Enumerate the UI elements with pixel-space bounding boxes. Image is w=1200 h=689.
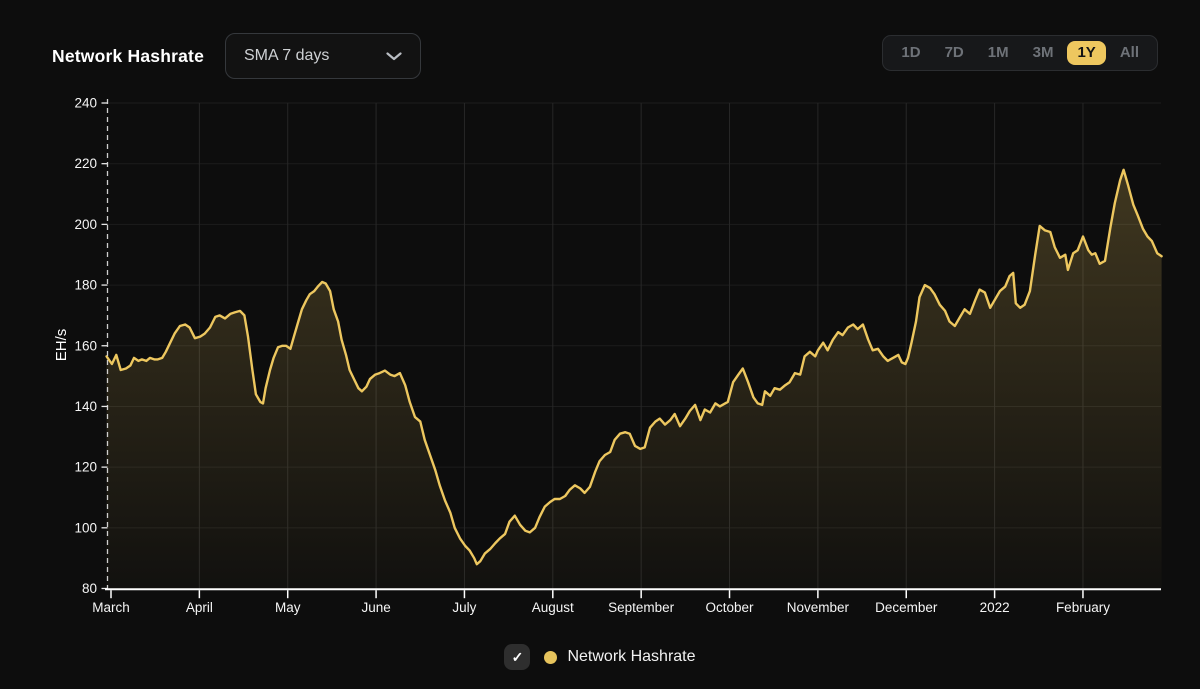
x-axis-label: September (608, 600, 675, 615)
x-axis-label: June (361, 600, 390, 615)
x-axis-label: August (532, 600, 574, 615)
x-axis-label: February (1056, 600, 1110, 615)
x-axis-label: November (787, 600, 850, 615)
range-button-7d[interactable]: 7D (935, 41, 974, 65)
range-button-1y[interactable]: 1Y (1067, 41, 1105, 65)
x-axis-label: May (275, 600, 301, 615)
y-axis-title: EH/s (53, 329, 70, 362)
y-axis-label: 200 (74, 217, 97, 232)
y-axis-label: 160 (74, 338, 97, 353)
range-button-1d[interactable]: 1D (891, 41, 930, 65)
range-button-all[interactable]: All (1110, 41, 1149, 65)
legend-series-label[interactable]: Network Hashrate (567, 648, 695, 666)
y-axis-label: 220 (74, 156, 97, 171)
x-axis-label: July (452, 600, 476, 615)
legend: ✓ Network Hashrate (0, 644, 1200, 670)
x-axis-label: December (875, 600, 938, 615)
y-axis-label: 240 (74, 96, 97, 111)
hashrate-area (107, 170, 1162, 589)
range-button-3m[interactable]: 3M (1023, 41, 1064, 65)
sma-select[interactable]: SMA 7 days (225, 33, 421, 79)
chevron-down-icon (386, 52, 402, 61)
x-axis-label: April (186, 600, 213, 615)
legend-checkbox[interactable]: ✓ (504, 644, 530, 670)
x-axis-label: October (706, 600, 755, 615)
page-title: Network Hashrate (52, 46, 204, 67)
x-axis-label: 2022 (980, 600, 1010, 615)
y-axis-label: 100 (74, 520, 97, 535)
y-axis-label: 180 (74, 278, 97, 293)
chart-canvas: 80 100 120 140 160 180 200 220 240 March April May J… (0, 0, 1200, 689)
range-button-group: 1D7D1M3M1YAll (882, 35, 1158, 71)
y-axis-label: 80 (82, 581, 97, 596)
sma-select-value: SMA 7 days (244, 47, 329, 65)
y-axis-label: 120 (74, 460, 97, 475)
y-axis-label: 140 (74, 399, 97, 414)
x-axis-label: March (92, 600, 130, 615)
range-button-1m[interactable]: 1M (978, 41, 1019, 65)
checkmark-icon: ✓ (512, 650, 524, 664)
legend-series-dot (544, 651, 557, 664)
